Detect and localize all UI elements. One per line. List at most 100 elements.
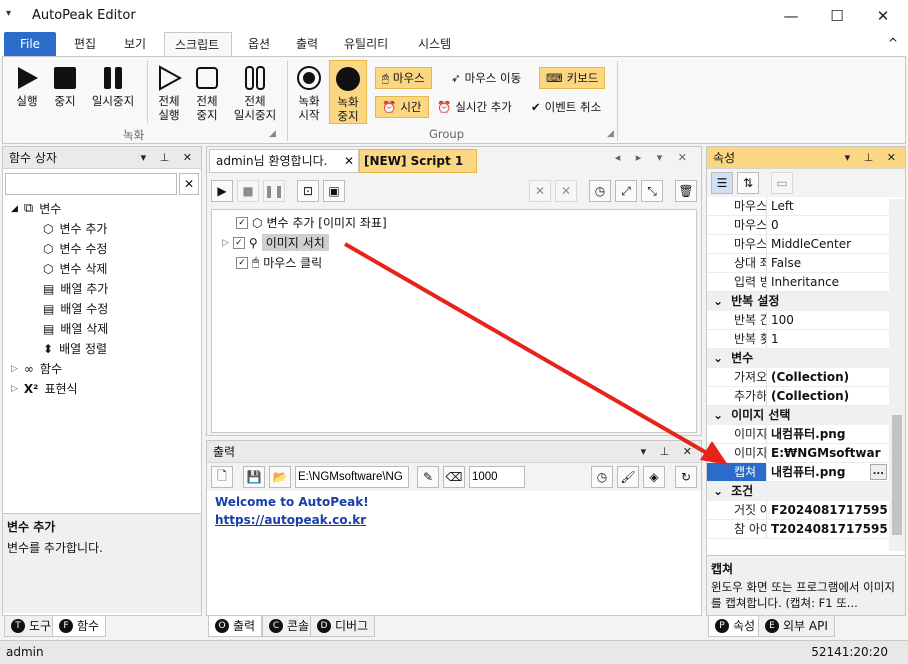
ellipsis-button[interactable]: ... bbox=[869, 464, 887, 480]
property-row[interactable]: 반복 횟수1 bbox=[707, 330, 889, 349]
trash-icon[interactable]: 🗑 bbox=[675, 180, 697, 202]
property-row[interactable]: 이미지 파E:₩NGMsoftwar bbox=[707, 444, 889, 463]
property-row[interactable]: 가져오기(Collection) bbox=[707, 368, 889, 387]
script-line[interactable]: ✓ 🖱 마우스 클릭 bbox=[236, 254, 322, 271]
ribbon-collapse-icon[interactable]: ^ bbox=[888, 36, 898, 50]
maximize-button[interactable]: ☐ bbox=[814, 0, 860, 32]
run-script-icon[interactable]: ▶ bbox=[211, 180, 233, 202]
dialog-launcher-icon[interactable]: ◢ bbox=[607, 129, 614, 139]
close-button[interactable]: ✕ bbox=[860, 0, 906, 32]
tab-console[interactable]: C 콘솔 bbox=[262, 615, 317, 637]
refresh-icon[interactable]: ↻ bbox=[675, 466, 697, 488]
tree-item-var-delete[interactable]: ⬡ 변수 삭제 bbox=[43, 259, 201, 279]
tab-file[interactable]: File bbox=[4, 32, 56, 56]
stop-button[interactable]: 중지 bbox=[47, 65, 83, 108]
eraser-icon[interactable]: ⌫ bbox=[443, 466, 465, 488]
event-cancel-toggle[interactable]: ✔ 이벤트 취소 bbox=[525, 96, 607, 118]
tab-script[interactable]: 스크립트 bbox=[164, 32, 232, 56]
number-stepper[interactable] bbox=[469, 466, 525, 488]
mouse-toggle[interactable]: 🖱 마우스 bbox=[375, 67, 432, 89]
fill-bucket-icon[interactable]: ◈ bbox=[643, 466, 665, 488]
tree-node-variables[interactable]: ◢ ⧉ 변수 bbox=[11, 199, 201, 219]
checkbox[interactable]: ✓ bbox=[232, 236, 245, 249]
tree-node-expressions[interactable]: ▷ X² 표현식 bbox=[11, 379, 201, 399]
run-all-button[interactable]: 전체 실행 bbox=[151, 65, 187, 122]
tab-view[interactable]: 보기 bbox=[114, 32, 156, 56]
tab-external-api[interactable]: E 외부 API bbox=[758, 615, 835, 637]
close-tab-icon[interactable]: ✕ bbox=[344, 150, 354, 172]
minimize-button[interactable]: — bbox=[768, 0, 814, 32]
save-icon[interactable]: 💾 bbox=[243, 466, 265, 488]
stop-script-icon[interactable]: ■ bbox=[237, 180, 259, 202]
step-icon[interactable]: ⊡ bbox=[297, 180, 319, 202]
tab-properties[interactable]: P 속성 bbox=[708, 615, 763, 637]
tree-item-array-sort[interactable]: ⬍ 배열 정렬 bbox=[43, 339, 201, 359]
clock-icon[interactable]: ◷ bbox=[591, 466, 613, 488]
run-button[interactable]: 실행 bbox=[9, 65, 45, 108]
categorized-icon[interactable]: ☰ bbox=[711, 172, 733, 194]
collapse-all-icon[interactable]: ⤡ bbox=[641, 180, 663, 202]
play-box-icon[interactable]: ▣ bbox=[323, 180, 345, 202]
property-row[interactable]: 거짓 아이F2024081717595 bbox=[707, 501, 889, 520]
tree-item-var-edit[interactable]: ⬡ 변수 수정 bbox=[43, 239, 201, 259]
pause-script-icon[interactable]: ❚❚ bbox=[263, 180, 285, 202]
chevron-down-icon[interactable]: ⌄ bbox=[713, 292, 723, 311]
tab-tools[interactable]: T 도구 bbox=[4, 615, 59, 637]
property-row[interactable]: 캡쳐 내컴퓨터.png... bbox=[707, 463, 889, 482]
property-pages-icon[interactable]: ▭ bbox=[771, 172, 793, 194]
property-category[interactable]: ⌄ 변수 bbox=[707, 349, 889, 368]
property-row[interactable]: 입력 방식Inheritance bbox=[707, 273, 889, 292]
output-link[interactable]: https://autopeak.co.kr bbox=[207, 513, 701, 527]
property-row[interactable]: 상대 좌표False bbox=[707, 254, 889, 273]
panel-controls-icon[interactable]: ▾ ⊥ ✕ bbox=[141, 147, 197, 169]
magic-wand-icon[interactable]: ✎ bbox=[417, 466, 439, 488]
tab-functions[interactable]: F 함수 bbox=[52, 615, 107, 637]
tab-utility[interactable]: 유틸리티 bbox=[334, 32, 398, 56]
tab-system[interactable]: 시스템 bbox=[408, 32, 461, 56]
scrollbar-thumb[interactable] bbox=[892, 415, 902, 535]
property-row[interactable]: 참 아이디T2024081717595 bbox=[707, 520, 889, 539]
script-line[interactable]: ✓ ⬡ 변수 추가 [이미지 좌표] bbox=[236, 214, 387, 231]
chevron-down-icon[interactable]: ⌄ bbox=[713, 482, 723, 501]
panel-controls-icon[interactable]: ▾ ⊥ ✕ bbox=[641, 441, 697, 463]
realtime-add-toggle[interactable]: ⏰ 실시간 추가 bbox=[431, 96, 518, 118]
tab-debug[interactable]: D 디버그 bbox=[310, 615, 376, 637]
checkbox[interactable]: ✓ bbox=[236, 216, 248, 229]
stop-all-button[interactable]: 전체 중지 bbox=[189, 65, 225, 122]
property-category[interactable]: ⌄ 이미지 선택 bbox=[707, 406, 889, 425]
property-row[interactable]: 반복 간격100 bbox=[707, 311, 889, 330]
tree-item-var-add[interactable]: ⬡ 변수 추가 bbox=[43, 219, 201, 239]
property-row[interactable]: 마우스 실0 bbox=[707, 216, 889, 235]
record-start-button[interactable]: 녹화 시작 bbox=[291, 65, 327, 122]
property-row[interactable]: 마우스 버Left bbox=[707, 197, 889, 216]
remove-all-icon[interactable]: ✕ bbox=[555, 180, 577, 202]
sort-az-icon[interactable]: ⇅ bbox=[737, 172, 759, 194]
property-category[interactable]: ⌄ 반복 설정 bbox=[707, 292, 889, 311]
tree-item-array-delete[interactable]: ▤ 배열 삭제 bbox=[43, 319, 201, 339]
script-line[interactable]: ▷ ✓ ⚲ 이미지 서치 bbox=[222, 234, 329, 251]
keyboard-toggle[interactable]: ⌨ 키보드 bbox=[539, 67, 606, 89]
tab-output[interactable]: 출력 bbox=[286, 32, 328, 56]
output-path-input[interactable] bbox=[295, 466, 409, 488]
tree-item-array-add[interactable]: ▤ 배열 추가 bbox=[43, 279, 201, 299]
function-search-input[interactable] bbox=[5, 173, 177, 195]
mouse-move-toggle[interactable]: ➶ 마우스 이동 bbox=[445, 67, 527, 89]
remove-icon[interactable]: ✕ bbox=[529, 180, 551, 202]
property-row[interactable]: 마우스 위MiddleCenter bbox=[707, 235, 889, 254]
new-file-icon[interactable]: 🗋 bbox=[211, 466, 233, 488]
open-folder-icon[interactable]: 📂 bbox=[269, 466, 291, 488]
doc-tab-script1[interactable]: [NEW] Script 1 bbox=[359, 149, 477, 173]
time-toggle[interactable]: ⏰ 시간 bbox=[375, 96, 429, 118]
doc-tab-welcome[interactable]: admin님 환영합니다. ✕ bbox=[209, 149, 359, 173]
tree-node-functions[interactable]: ▷ ∞ 함수 bbox=[11, 359, 201, 379]
pause-button[interactable]: 일시중지 bbox=[85, 65, 141, 108]
tab-edit[interactable]: 편집 bbox=[64, 32, 106, 56]
expand-all-icon[interactable]: ⤢ bbox=[615, 180, 637, 202]
chevron-down-icon[interactable]: ⌄ bbox=[713, 406, 723, 425]
property-row[interactable]: 추가하기(Collection) bbox=[707, 387, 889, 406]
tree-item-array-edit[interactable]: ▤ 배열 수정 bbox=[43, 299, 201, 319]
record-stop-button[interactable]: 녹화 중지 bbox=[329, 60, 367, 124]
brush-icon[interactable]: 🖌 bbox=[617, 466, 639, 488]
panel-controls-icon[interactable]: ▾ ⊥ ✕ bbox=[845, 147, 901, 169]
tab-output-panel[interactable]: O 출력 bbox=[208, 615, 263, 637]
